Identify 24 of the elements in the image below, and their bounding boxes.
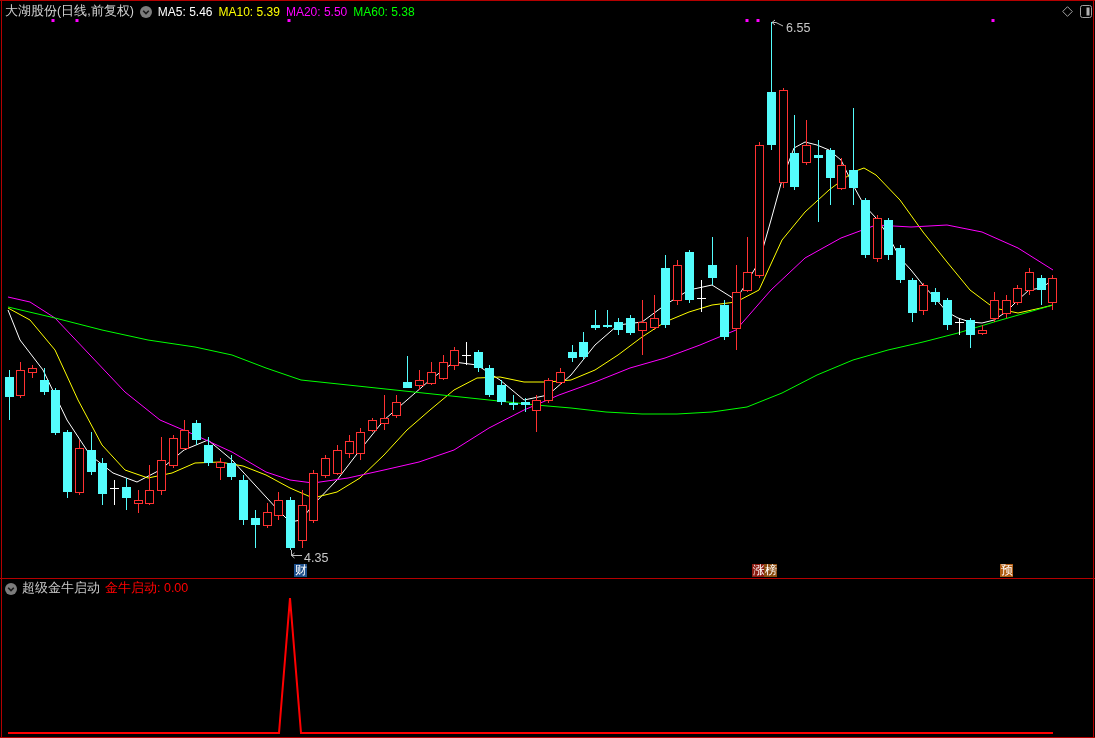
marker-icon — [756, 19, 760, 22]
indicator-value: 金牛启动: 0.00 — [105, 580, 189, 597]
event-tag[interactable]: 榜 — [764, 564, 777, 577]
leader-arrow — [771, 19, 784, 27]
high-price-label: 6.55 — [786, 21, 811, 35]
marker-icon — [75, 19, 79, 22]
diamond-icon[interactable] — [1062, 6, 1073, 17]
indicator-title: 超级金牛启动 — [22, 580, 100, 597]
event-tag[interactable]: 预 — [1000, 564, 1013, 577]
marker-icon — [51, 19, 55, 22]
moving-average-legend: MA60: 5.38 — [353, 4, 415, 19]
marker-icon — [991, 19, 995, 22]
panel-toggle-icon[interactable] — [1080, 5, 1092, 18]
chart-title: 大湖股份(日线,前复权) — [5, 3, 134, 20]
marker-icon — [287, 19, 291, 22]
leader-arrow — [291, 549, 303, 559]
low-price-label: 4.35 — [304, 551, 329, 565]
event-tag[interactable]: 财 — [294, 564, 307, 577]
marker-icon — [745, 19, 749, 22]
chevron-circle-icon[interactable] — [5, 582, 17, 595]
moving-average-legend: MA10: 5.39 — [218, 4, 280, 19]
moving-average-legend: MA5: 5.46 — [157, 4, 213, 19]
moving-average-legend: MA20: 5.50 — [285, 4, 348, 19]
chevron-circle-icon[interactable] — [139, 5, 152, 18]
